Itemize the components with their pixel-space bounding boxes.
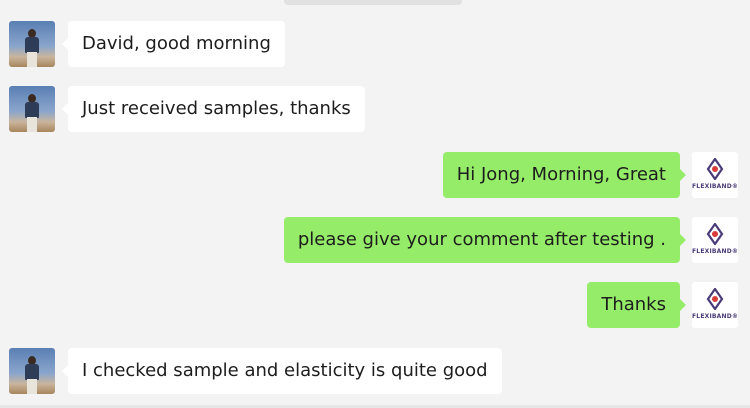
flexiband-logo-icon <box>706 288 724 310</box>
chat-message-row: Just received samples, thanks <box>0 86 750 134</box>
flexiband-avatar[interactable]: FLEXIBAND® <box>692 217 738 263</box>
message-bubble-outgoing[interactable]: Hi Jong, Morning, Great <box>442 152 687 198</box>
chat-message-row: Hi Jong, Morning, Great FLEXIBAND® <box>0 152 750 200</box>
flexiband-avatar[interactable]: FLEXIBAND® <box>692 152 738 198</box>
message-bubble-outgoing[interactable]: Thanks <box>587 282 686 328</box>
chat-message-row: Thanks FLEXIBAND® <box>0 282 750 330</box>
contact-avatar[interactable] <box>9 86 55 132</box>
message-bubble-incoming[interactable]: I checked sample and elasticity is quite… <box>62 348 502 394</box>
flexiband-avatar[interactable]: FLEXIBAND® <box>692 282 738 328</box>
chat-message-row: David, good morning <box>0 21 750 69</box>
message-bubble-outgoing[interactable]: please give your comment after testing . <box>283 217 687 263</box>
chat-message-row: please give your comment after testing .… <box>0 217 750 265</box>
contact-avatar[interactable] <box>9 21 55 67</box>
chat-message-row: I checked sample and elasticity is quite… <box>0 348 750 396</box>
message-bubble-incoming[interactable]: Just received samples, thanks <box>62 86 365 132</box>
flexiband-logo-icon <box>706 158 724 180</box>
message-bubble-incoming[interactable]: David, good morning <box>62 21 285 67</box>
scroll-indicator <box>284 0 462 5</box>
contact-avatar[interactable] <box>9 348 55 394</box>
flexiband-logo-icon <box>706 223 724 245</box>
